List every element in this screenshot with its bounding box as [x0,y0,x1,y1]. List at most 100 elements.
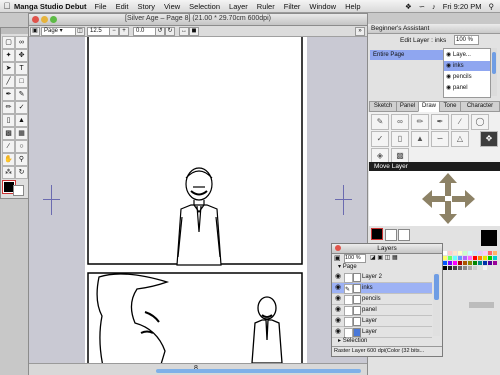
reset-view-button[interactable]: ◼ [189,27,199,36]
layer-group-selection[interactable]: ▸ Selection [332,338,432,345]
ruler-tool-icon[interactable]: ╱ [2,75,15,88]
palette-swatch[interactable] [478,251,482,255]
menu-story[interactable]: Story [138,2,156,11]
shape-tool-icon[interactable]: ○ [15,140,28,153]
palette-swatch[interactable] [458,266,462,270]
mini-layer-scroll-thumb[interactable] [492,52,496,74]
layer-row[interactable]: ◉ pencils [332,294,432,305]
mini-layer-row-selected[interactable]: ◉ inks [444,61,490,71]
color-transparent-swatch[interactable] [398,229,410,241]
palette-swatch[interactable] [483,266,487,270]
palette-swatch[interactable] [458,251,462,255]
palette-swatch[interactable] [448,256,452,260]
brush-icon[interactable]: ✒ [431,114,449,130]
horizontal-scrollbar[interactable] [156,369,361,373]
palette-swatch[interactable] [463,256,467,260]
menu-app-name[interactable]: Manga Studio Debut [14,2,87,11]
palette-swatch[interactable] [463,261,467,265]
palette-swatch[interactable] [478,261,482,265]
zoom-field[interactable]: 12.5 [87,27,111,36]
palette-swatch[interactable] [493,251,497,255]
palette-swatch[interactable] [448,266,452,270]
zoom-tool-icon[interactable]: ⚲ [15,153,28,166]
tool-palette-titlebar[interactable] [1,28,28,34]
pencil-tool-icon[interactable]: ✎ [15,88,28,101]
rotate-field[interactable]: 0.0 [133,27,157,36]
tab-character[interactable]: Character [460,101,500,112]
clock[interactable]: Fri 9:20 PM [443,2,482,11]
palette-swatch[interactable] [443,261,447,265]
curve-icon[interactable]: ∽ [431,131,449,147]
palette-swatch[interactable] [483,261,487,265]
wifi-icon[interactable]: ∽ [419,2,425,11]
entire-page-button[interactable]: Entire Page [370,50,443,60]
palette-swatch[interactable] [468,266,472,270]
palette-swatch[interactable] [488,261,492,265]
rotate-tool-icon[interactable]: ↻ [15,166,28,179]
brush-tool-icon[interactable]: ✏ [2,101,15,114]
palette-swatch[interactable] [468,251,472,255]
lock-toggle[interactable] [344,295,353,305]
search-icon[interactable]: ⚲ [489,2,495,11]
lasso-tool-icon[interactable]: ∞ [15,36,28,49]
ellipse-icon[interactable]: ◯ [471,114,489,130]
hand-tool-icon[interactable]: ✋ [2,153,15,166]
palette-swatch[interactable] [443,266,447,270]
lock-toggle[interactable] [344,328,353,338]
lock-toggle[interactable] [344,273,353,283]
palette-swatch[interactable] [488,256,492,260]
layers-titlebar[interactable]: Layers [332,244,442,254]
volume-icon[interactable]: ♪ [432,2,436,11]
manga-page[interactable] [85,37,307,363]
menu-ruler[interactable]: Ruler [257,2,275,11]
line-icon[interactable]: ∕ [451,114,469,130]
layer-row-selected[interactable]: ◉ ✎ inks [332,283,432,294]
palette-swatch[interactable] [443,251,447,255]
eye-icon[interactable]: ◉ [334,328,342,336]
polyline-icon[interactable]: △ [451,131,469,147]
canvas-area[interactable] [29,37,367,363]
text-tool-icon[interactable]: T [15,62,28,75]
eraser-icon[interactable]: ▯ [391,131,409,147]
layer-options-icons[interactable]: ◪ ▣ ◫ ▦ [370,254,398,261]
page-dropdown[interactable]: Page ▾ [41,27,77,36]
palette-swatch[interactable] [468,261,472,265]
fit-page-button[interactable]: ◫ [75,27,85,36]
palette-swatch[interactable] [478,256,482,260]
palette-swatch[interactable] [473,251,477,255]
mini-layer-row[interactable]: ◉ pencils [444,72,490,82]
layers-scroll-thumb[interactable] [434,274,439,300]
fill-tool-icon[interactable]: ▲ [15,114,28,127]
background-color-swatch[interactable] [13,185,24,196]
lasso-icon[interactable]: ∞ [391,114,409,130]
eraser-tool-icon[interactable]: ▯ [2,114,15,127]
palette-swatch[interactable] [458,261,462,265]
tab-panel[interactable]: Panel [396,101,419,112]
menu-filter[interactable]: Filter [284,2,301,11]
dropbox-icon[interactable]: ❖ [405,2,412,11]
mini-layer-row[interactable]: ◉ Laye... [444,50,490,60]
assistant-zoom-field[interactable]: 100 % [454,35,479,45]
palette-scrollbar[interactable] [469,302,494,308]
rotate-left-button[interactable]: ↺ [155,27,165,36]
eye-icon[interactable]: ◉ [334,317,342,325]
palette-swatch[interactable] [473,256,477,260]
menu-file[interactable]: File [95,2,107,11]
pen-tool-icon[interactable]: ✒ [2,88,15,101]
rotate-right-button[interactable]: ↻ [165,27,175,36]
eye-icon[interactable]: ◉ [334,306,342,314]
layer-row[interactable]: ◉ panel [332,305,432,316]
layer-row[interactable]: ◉ Layer [332,316,432,327]
palette-swatch[interactable] [453,261,457,265]
move-tool-icon[interactable]: ✥ [15,49,28,62]
layer-opacity-field[interactable]: 100 % [344,254,366,263]
palette-swatch[interactable] [453,266,457,270]
palette-swatch[interactable] [458,256,462,260]
palette-swatch[interactable] [443,256,447,260]
lock-toggle[interactable] [344,306,353,316]
layer-group-page[interactable]: ▾ Page [332,264,432,271]
menu-edit[interactable]: Edit [116,2,129,11]
layer-row[interactable]: ◉ Layer 2 [332,272,432,283]
palette-swatch[interactable] [453,256,457,260]
palette-swatch[interactable] [473,266,477,270]
